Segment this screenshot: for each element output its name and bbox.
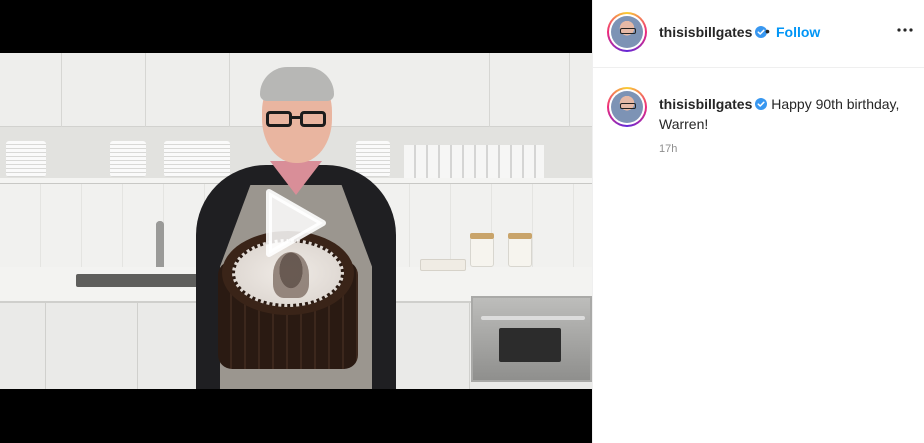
caption-text: thisisbillgates Happy 90th birthday, War… xyxy=(659,94,917,134)
post-timestamp[interactable]: 17h xyxy=(659,143,677,155)
more-options-icon xyxy=(897,28,913,32)
caption-username[interactable]: thisisbillgates xyxy=(659,96,768,112)
plates-stack xyxy=(110,141,146,177)
play-button[interactable] xyxy=(263,186,329,260)
glassware xyxy=(404,145,544,178)
verified-badge-icon xyxy=(755,98,768,110)
author-username[interactable]: thisisbillgates xyxy=(659,24,768,40)
faucet xyxy=(156,221,164,273)
post-sidebar: thisisbillgates • Follow thisisbillgates… xyxy=(592,0,924,443)
canister xyxy=(508,233,532,267)
post-media[interactable] xyxy=(0,0,592,443)
plates-stack xyxy=(6,141,46,177)
more-options-button[interactable] xyxy=(895,20,915,40)
caption-avatar[interactable] xyxy=(607,87,647,127)
header-separator: • xyxy=(765,23,770,39)
egg-carton xyxy=(420,259,466,271)
follow-button[interactable]: Follow xyxy=(776,24,820,40)
microwave-drawer xyxy=(471,296,592,382)
canister xyxy=(470,233,494,267)
author-avatar[interactable] xyxy=(607,12,647,52)
play-icon xyxy=(266,189,326,257)
post-header: thisisbillgates • Follow xyxy=(593,0,924,68)
sink xyxy=(76,274,200,287)
